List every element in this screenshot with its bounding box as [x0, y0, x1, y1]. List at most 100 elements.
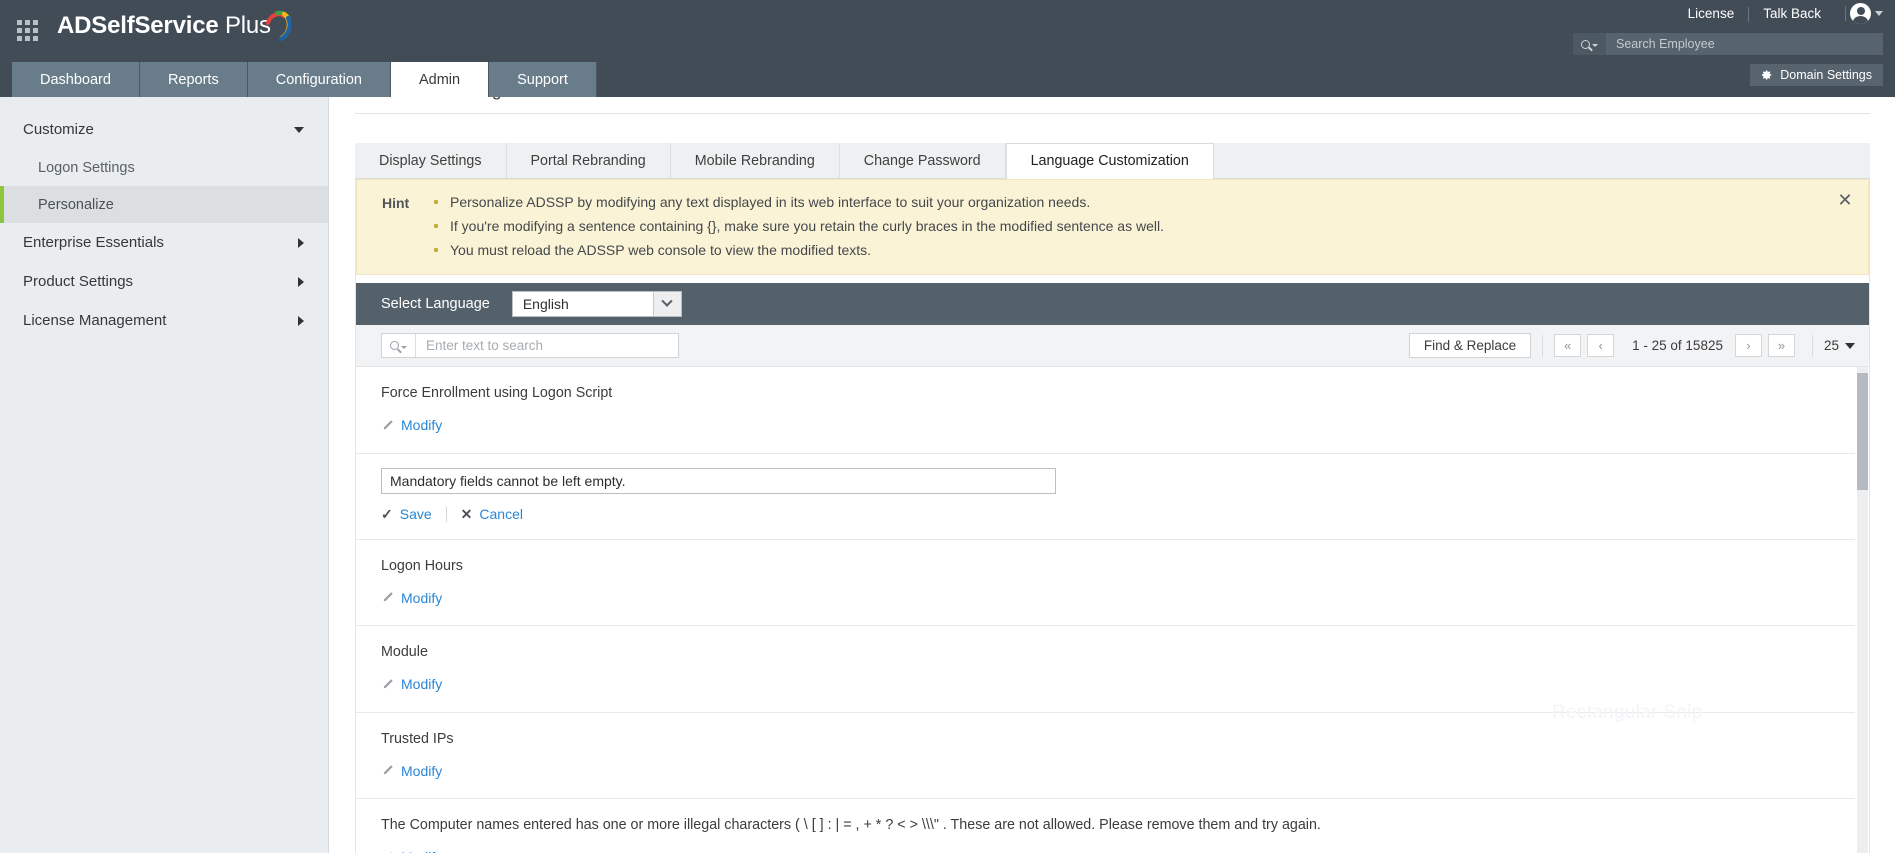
search-employee-input[interactable]: [1606, 33, 1883, 55]
find-replace-button[interactable]: Find & Replace: [1409, 333, 1531, 358]
pencil-icon: [381, 419, 394, 432]
page-title: Personalize Settings: [355, 97, 510, 101]
tab-change-password[interactable]: Change Password: [840, 143, 1006, 178]
sidebar-item-license-management[interactable]: License Management: [0, 301, 328, 340]
cancel-button[interactable]: ✕ Cancel: [461, 506, 523, 523]
pagination-next-button[interactable]: ›: [1735, 334, 1762, 357]
string-source-text: Logon Hours: [381, 558, 1855, 574]
list-item: Logon Hours Modify: [356, 540, 1855, 627]
tab-display-settings[interactable]: Display Settings: [355, 143, 507, 178]
modify-label: Modify: [401, 676, 442, 692]
modify-label: Modify: [401, 590, 442, 606]
grid-apps-icon[interactable]: [17, 20, 41, 44]
caret-right-icon: [298, 277, 304, 287]
tab-language-customization[interactable]: Language Customization: [1006, 143, 1214, 179]
modify-button[interactable]: Modify: [381, 590, 442, 606]
search-scope-button[interactable]: [382, 334, 416, 357]
save-button[interactable]: ✓ Save: [381, 506, 432, 523]
gear-icon: [1759, 68, 1773, 82]
hint-item: You must reload the ADSSP web console to…: [432, 241, 1164, 259]
action-divider: [446, 507, 447, 522]
user-avatar-icon: [1850, 3, 1871, 24]
nav-tab-reports[interactable]: Reports: [140, 62, 248, 97]
scrollbar-thumb[interactable]: [1857, 373, 1868, 490]
modify-button[interactable]: Modify: [381, 417, 442, 433]
toolbar-divider: [1542, 335, 1543, 357]
close-icon[interactable]: ✕: [1834, 189, 1856, 211]
string-edit-textarea[interactable]: [381, 468, 1056, 494]
pagination-range: 1 - 25 of 15825: [1632, 338, 1723, 353]
chevron-down-icon: [1592, 44, 1598, 47]
caret-down-icon: [294, 127, 304, 133]
sidebar-item-label: License Management: [23, 312, 166, 329]
text-search[interactable]: [381, 333, 679, 358]
sidebar-item-label: Product Settings: [23, 273, 133, 290]
modify-label: Modify: [401, 849, 442, 853]
sidebar: Customize Logon Settings Personalize Ent…: [0, 97, 329, 853]
caret-right-icon: [298, 238, 304, 248]
domain-settings-button[interactable]: Domain Settings: [1750, 64, 1883, 86]
hint-item: If you're modifying a sentence containin…: [432, 217, 1164, 235]
snip-watermark: Rectangular Snip: [1552, 702, 1703, 724]
nav-tab-admin[interactable]: Admin: [391, 62, 489, 97]
talk-back-link[interactable]: Talk Back: [1749, 5, 1835, 23]
employee-search[interactable]: [1573, 33, 1883, 55]
license-link[interactable]: License: [1674, 5, 1749, 23]
app-header: ADSelfService Plus License Talk Back: [0, 0, 1895, 62]
string-source-text: Force Enrollment using Logon Script: [381, 385, 1855, 401]
modify-button[interactable]: Modify: [381, 849, 442, 853]
pagination-prev-button[interactable]: ‹: [1587, 334, 1614, 357]
sidebar-item-enterprise-essentials[interactable]: Enterprise Essentials: [0, 223, 328, 262]
x-icon: ✕: [461, 506, 473, 523]
nav-tab-support[interactable]: Support: [489, 62, 597, 97]
language-customization-panel: Hint Personalize ADSSP by modifying any …: [355, 179, 1870, 853]
sidebar-item-logon-settings[interactable]: Logon Settings: [0, 149, 328, 186]
string-source-text: Trusted IPs: [381, 731, 1855, 747]
main-navigation: Dashboard Reports Configuration Admin Su…: [0, 62, 1895, 97]
brand-name-thin: Plus: [219, 12, 271, 39]
caret-down-icon: [1845, 343, 1855, 349]
list-item: Force Enrollment using Logon Script Modi…: [356, 367, 1855, 454]
tab-portal-rebranding[interactable]: Portal Rebranding: [507, 143, 671, 178]
modify-button[interactable]: Modify: [381, 676, 442, 692]
sidebar-item-label: Enterprise Essentials: [23, 234, 164, 251]
search-icon: [1581, 40, 1590, 49]
list-item: The Computer names entered has one or mo…: [356, 799, 1855, 853]
sidebar-item-product-settings[interactable]: Product Settings: [0, 262, 328, 301]
sidebar-item-label: Customize: [23, 121, 94, 138]
chevron-down-icon: [401, 346, 407, 349]
language-select[interactable]: English: [512, 291, 682, 317]
modify-label: Modify: [401, 763, 442, 779]
list-item: Trusted IPs Modify: [356, 713, 1855, 800]
sidebar-item-personalize[interactable]: Personalize: [0, 186, 328, 223]
string-source-text: Module: [381, 644, 1855, 660]
chevron-down-icon: [1875, 11, 1883, 16]
list-scrollbar[interactable]: [1855, 367, 1868, 853]
modify-button[interactable]: Modify: [381, 763, 442, 779]
nav-tab-dashboard[interactable]: Dashboard: [12, 62, 140, 97]
cancel-label: Cancel: [479, 506, 523, 522]
tab-mobile-rebranding[interactable]: Mobile Rebranding: [671, 143, 840, 178]
language-strings-list: Force Enrollment using Logon Script Modi…: [356, 367, 1869, 853]
search-input[interactable]: [416, 334, 678, 357]
pagination-first-button[interactable]: «: [1554, 334, 1581, 357]
edit-actions: ✓ Save ✕ Cancel: [381, 506, 1855, 523]
hint-label: Hint: [357, 193, 432, 259]
chevron-down-icon[interactable]: [653, 292, 681, 316]
sidebar-item-customize[interactable]: Customize: [0, 110, 328, 149]
list-item: ✓ Save ✕ Cancel: [356, 454, 1855, 540]
pencil-icon: [381, 591, 394, 604]
select-language-bar: Select Language English: [356, 283, 1869, 325]
app-logo: ADSelfService Plus: [57, 12, 271, 40]
pagination-last-button[interactable]: »: [1768, 334, 1795, 357]
hint-list: Personalize ADSSP by modifying any text …: [432, 193, 1164, 259]
page-size-selector[interactable]: 25: [1824, 338, 1855, 353]
check-icon: ✓: [381, 506, 393, 523]
nav-tab-configuration[interactable]: Configuration: [248, 62, 391, 97]
toolbar-divider-2: [1812, 335, 1813, 357]
list-toolbar: Find & Replace « ‹ 1 - 25 of 15825 › » 2…: [356, 325, 1869, 367]
user-menu[interactable]: [1845, 3, 1883, 24]
page-size-value: 25: [1824, 338, 1839, 353]
save-label: Save: [400, 506, 432, 522]
search-scope-button[interactable]: [1573, 33, 1606, 55]
